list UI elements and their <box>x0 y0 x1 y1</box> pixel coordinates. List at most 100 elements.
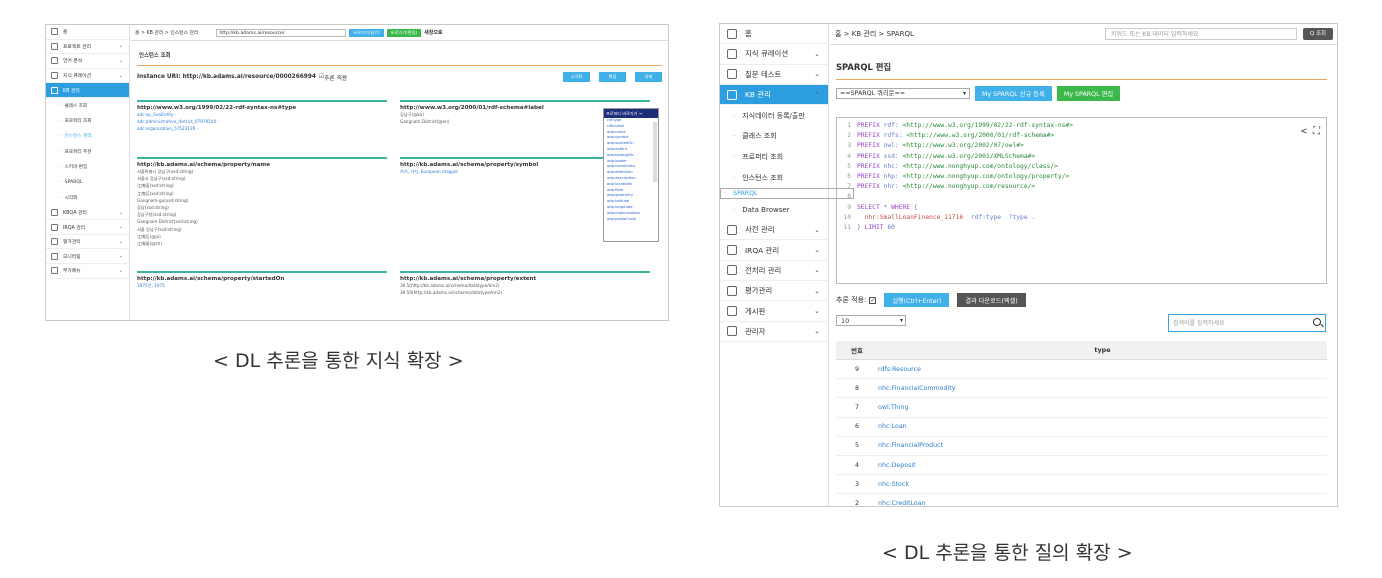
infer-checkbox[interactable]: ✓ <box>869 296 877 304</box>
sidebar-subitem-0[interactable]: 클래스 조회 <box>46 98 129 113</box>
sidebar-subitem-1[interactable]: 프로퍼티 조회 <box>46 113 129 128</box>
sidebar-item-3[interactable]: 지식 큐레이션 ⌄ <box>46 69 129 84</box>
sidebar-item-lower-0[interactable]: 사전 관리 ⌄ <box>720 220 828 241</box>
sidebar-subitem-5[interactable]: Data Browser <box>720 199 828 220</box>
chevron-icon: ⌄ <box>814 49 820 58</box>
kb-search-button[interactable]: Q 조회 <box>1303 28 1333 40</box>
sidebar-item-lower-0[interactable]: KBQA 관리 ⌄ <box>46 206 129 221</box>
visualize-button[interactable]: 시각화 <box>563 72 590 82</box>
row-number: 4 <box>854 461 859 469</box>
row-type-link[interactable]: nhc:Deposit <box>878 462 1327 469</box>
sidebar-subitem-3[interactable]: 인스턴스 조회 <box>720 168 828 189</box>
code-line: 11} LIMIT 60 <box>837 223 1326 233</box>
row-number: 3 <box>854 480 859 488</box>
sidebar-item-0[interactable]: 홈 <box>46 25 129 40</box>
property-value[interactable]: adc:administrative_district_07979544 - <box>137 118 387 125</box>
search-icon[interactable] <box>1313 318 1321 326</box>
new-window-option[interactable]: 새창으로 <box>424 29 442 36</box>
go-read-button[interactable]: 바로가기(읽기) <box>349 28 384 37</box>
popup-title: 프로퍼티 바로가기 → <box>604 109 658 118</box>
sidebar-item-1[interactable]: 지식 큐레이션 ⌄ <box>720 44 828 65</box>
code-line: 2 PREFIX rdfs: <http://www.w3.org/2000/01… <box>837 131 1326 141</box>
popup-scrollbar[interactable] <box>653 122 657 182</box>
sidebar-item-label: 전처리 관리 <box>745 265 782 275</box>
page-size-select[interactable]: 10 ▾ <box>836 315 906 326</box>
sidebar-item-1[interactable]: 프로젝트 관리 ⌄ <box>46 40 129 55</box>
sidebar-item-lower-3[interactable]: 평가관리 ⌄ <box>720 281 828 302</box>
line-number: 5 <box>847 162 851 170</box>
infer-label: 추론 적용: <box>836 296 867 304</box>
property-value: 江南區(xsd:string) <box>137 183 174 189</box>
sidebar-item-0[interactable]: 홈 <box>720 24 828 45</box>
edit-sparql-button[interactable]: My SPARQL 편집 <box>1056 86 1121 101</box>
sidebar-item-lower-5[interactable]: 관리자 ⌄ <box>720 322 828 342</box>
sidebar-subitem-4[interactable]: 스키마 편집 <box>46 160 129 175</box>
new-sparql-button[interactable]: My SPARQL 신규 등록 <box>975 86 1052 101</box>
table-row: 6 nhc:Loan <box>836 418 1327 437</box>
sidebar-item-lower-1[interactable]: IRQA 관리 ⌄ <box>720 240 828 261</box>
kb-search-input[interactable]: 키워드 또는 KB 데이터 입력하세요 <box>1105 28 1297 40</box>
row-type-link[interactable]: rdfs:Resource <box>878 366 1327 373</box>
chevron-down-icon: ⌄ <box>814 225 820 234</box>
sidebar-item-3[interactable]: KB 관리 ⌃ <box>720 84 828 106</box>
sidebar-subitem-6[interactable]: 시각화 <box>46 190 129 205</box>
top-bar: 홈 > KB 관리 > SPARQL 키워드 또는 KB 데이터 입력하세요 Q… <box>830 24 1337 45</box>
main-content: 인스턴스 조회 Instance URI: http://kb.adams.ai… <box>137 41 662 320</box>
run-button[interactable]: 실행(Ctrl+Enter) <box>884 293 950 307</box>
sidebar-item-lower-4[interactable]: 게시판 ⌄ <box>720 301 828 322</box>
row-type-link[interactable]: nhc:Loan <box>878 423 1327 430</box>
property-value[interactable]: adc:organization_57523126 - <box>137 125 387 132</box>
delete-button[interactable]: 삭제 <box>635 72 662 82</box>
share-expand-icons[interactable]: < ⛶ <box>1301 126 1320 137</box>
code-line: 5 PREFIX nhc: <http://www.nonghyup.com/on… <box>837 162 1326 172</box>
sidebar-subitem-2[interactable]: 인스턴스 관리 <box>46 129 129 144</box>
sidebar-item-label: KBQA 관리 <box>63 211 87 216</box>
row-type-link[interactable]: owl:Thing <box>878 404 1327 411</box>
line-number: 3 <box>847 142 851 150</box>
property-value[interactable]: adc:sp_GeoEntity - <box>137 111 387 118</box>
sidebar-item-4[interactable]: KB 관리 ⌃ <box>46 83 129 98</box>
gear-icon <box>727 69 737 80</box>
row-type-link[interactable]: nhc:FinancialCommodity <box>878 385 1327 392</box>
sidebar-item-lower-1[interactable]: IRQA 관리 ⌄ <box>46 220 129 235</box>
code-line: 8 <box>837 192 1326 202</box>
table-row: 5 nhc:FinancialProduct <box>836 437 1327 456</box>
download-button[interactable]: 결과 다운로드(엑셀) <box>957 293 1026 307</box>
sidebar-subitem-2[interactable]: 프로퍼티 조회 <box>720 147 828 168</box>
sidebar-item-lower-2[interactable]: 평가관리 ⌄ <box>46 235 129 250</box>
sidebar-subitem-0[interactable]: 지식데이터 등록/출판 <box>720 105 828 126</box>
edit-button[interactable]: 편집 <box>599 72 626 82</box>
sidebar-item-lower-3[interactable]: 모니터링 ⌄ <box>46 249 129 265</box>
sidebar-subitem-5[interactable]: SPARQL <box>46 175 129 190</box>
sidebar-item-2[interactable]: 질문 테스트 ⌄ <box>720 65 828 85</box>
sidebar-item-lower-2[interactable]: 전처리 관리 ⌄ <box>720 261 828 282</box>
sidebar-item-2[interactable]: 언어 분석 ⌄ <box>46 54 129 69</box>
popup-item[interactable]: adp:postalCode <box>604 217 658 223</box>
chevron-icon: ⌃ <box>118 87 123 94</box>
sidebar-subitem-3[interactable]: 프로퍼티 추천 <box>46 144 129 159</box>
result-search-input[interactable]: 검색어를 입력하세요 <box>1168 314 1326 332</box>
query-select[interactable]: ==SPARQL 쿼리문== ▾ <box>836 88 970 99</box>
sidebar-item-lower-4[interactable]: 부가메뉴 ⌄ <box>46 264 129 279</box>
row-type-link[interactable]: nhc:Stock <box>878 481 1327 488</box>
grid-icon <box>51 267 58 275</box>
property-value[interactable]: 1975년, 1975 <box>137 282 387 289</box>
sidebar-item-label: IRQA 관리 <box>63 225 86 231</box>
chevron-down-icon: ⌄ <box>118 267 123 274</box>
go-edit-button[interactable]: 바로가기(편집) <box>386 28 422 37</box>
sidebar-item-label: 평가관리 <box>63 240 81 246</box>
property-value: 강남구청(xsd:string) <box>137 212 177 218</box>
col-number[interactable]: 번호 <box>836 346 878 355</box>
col-type[interactable]: type <box>878 346 1327 354</box>
sidebar-item-label: 질문 테스트 <box>745 69 782 79</box>
sidebar-subitem-4[interactable]: SPARQL <box>720 188 854 200</box>
uri-row: Instance URI: http://kb.adams.ai/resourc… <box>137 72 662 82</box>
sparql-editor[interactable]: 1 PREFIX rdf: <http://www.w3.org/1999/02/… <box>836 117 1327 284</box>
sidebar-item-label: 언어 분석 <box>63 59 83 65</box>
gear-icon <box>51 42 58 50</box>
line-number: 4 <box>847 152 851 160</box>
sidebar-subitem-1[interactable]: 클래스 조회 <box>720 126 828 147</box>
url-input[interactable]: http://kb.adams.ai/resource/ <box>216 28 347 37</box>
row-type-link[interactable]: nhc:FinancialProduct <box>878 442 1327 449</box>
row-type-link[interactable]: nhc:CreditLoan <box>878 500 1327 506</box>
